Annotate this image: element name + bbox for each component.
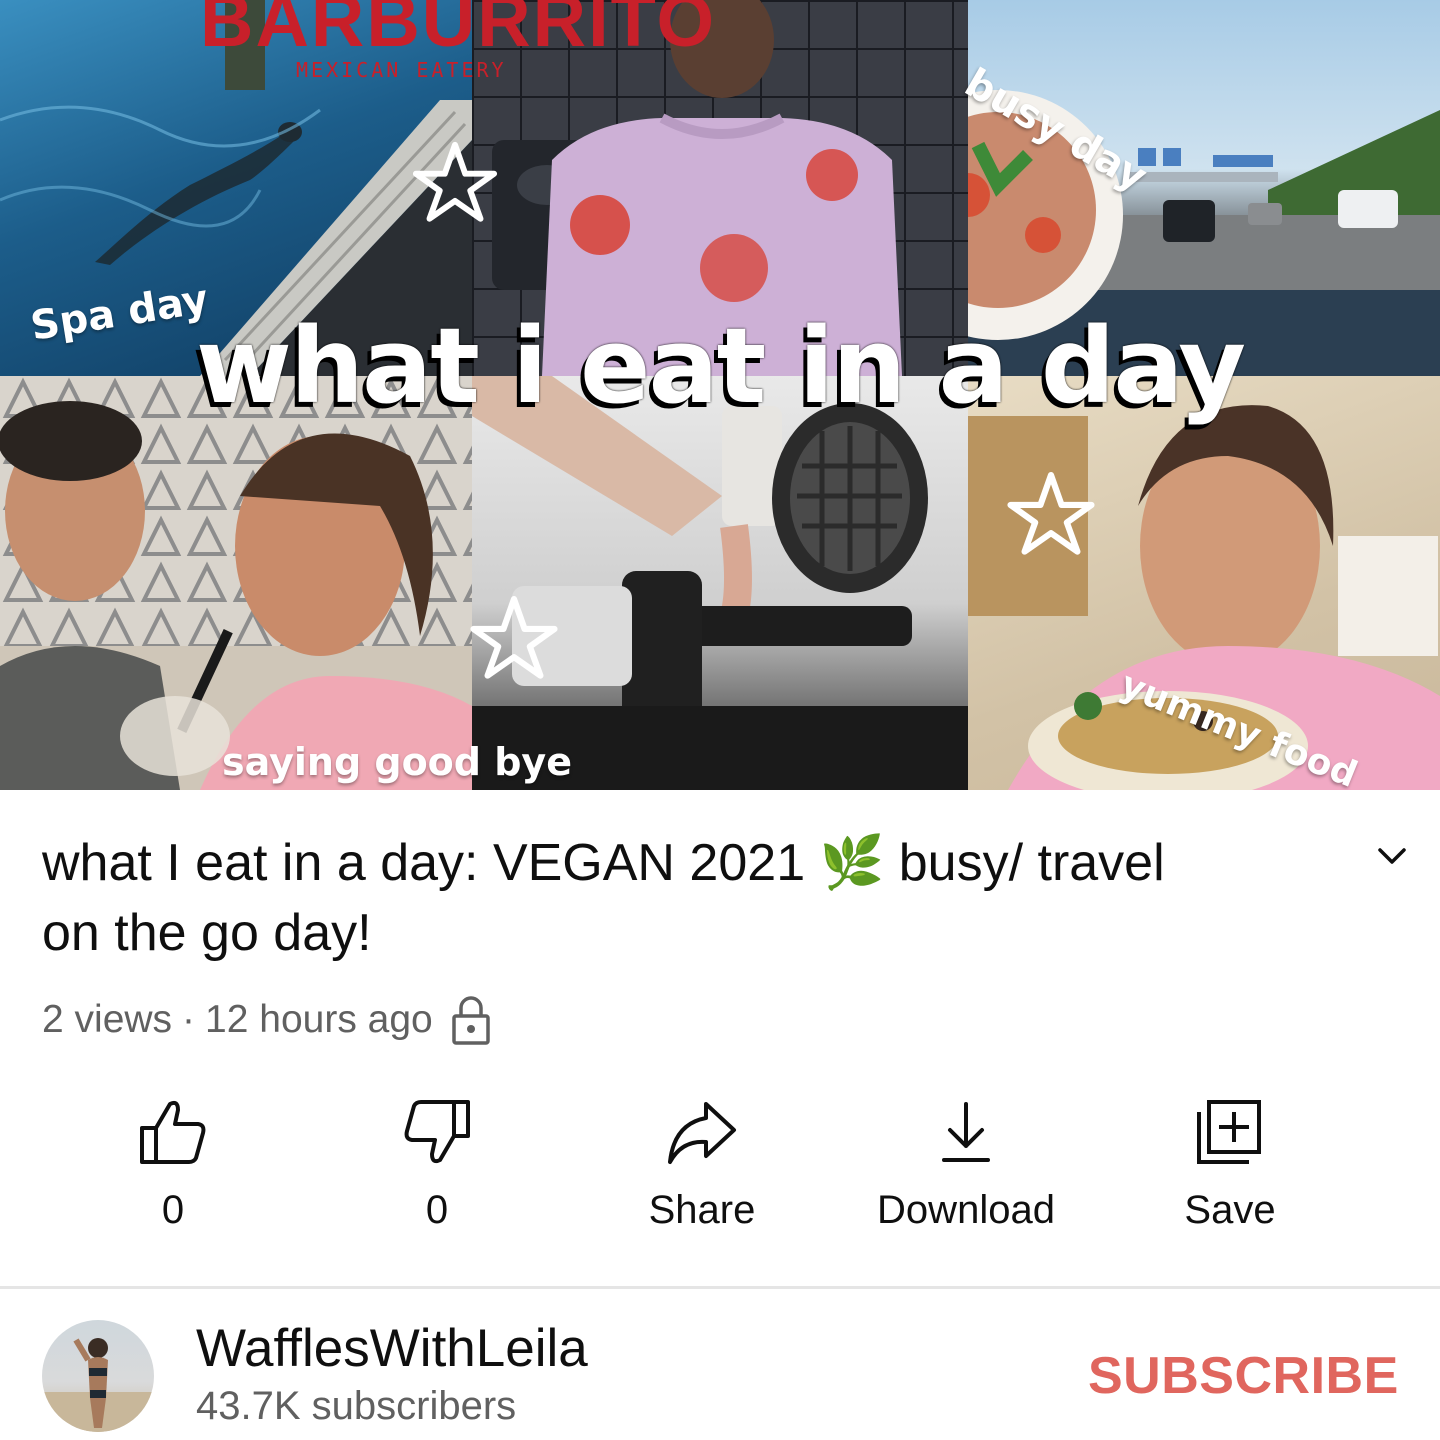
thumbs-up-icon	[140, 1100, 206, 1164]
dislike-count: 0	[425, 1188, 449, 1232]
meta-separator: ·	[182, 998, 196, 1041]
star-doodle-icon	[412, 141, 498, 222]
view-count: 2 views	[42, 998, 173, 1041]
save-button[interactable]: Save	[1120, 1098, 1340, 1233]
star-doodle-icon	[1007, 471, 1095, 555]
thumbnail-tile-couple	[0, 376, 472, 790]
star-doodle-icon	[470, 595, 558, 679]
like-count: 0	[161, 1188, 185, 1232]
waffle-scene	[472, 376, 968, 790]
avatar-photo	[42, 1338, 154, 1432]
thumbs-down-icon	[404, 1100, 470, 1164]
upload-age: 12 hours ago	[205, 998, 433, 1041]
couple-scene	[0, 376, 472, 790]
caption-saying-goodbye: saying good bye	[222, 740, 572, 784]
video-thumbnail[interactable]: BARBURRITO MEXICAN EATERY Spa day busy d…	[0, 0, 1440, 790]
channel-name[interactable]: WafflesWithLeila	[196, 1318, 588, 1379]
chevron-down-icon[interactable]	[1372, 836, 1412, 876]
video-title-block[interactable]: what I eat in a day: VEGAN 2021 🌿 busy/ …	[42, 828, 1262, 968]
dislike-button[interactable]: 0	[327, 1098, 547, 1233]
save-label: Save	[1184, 1188, 1276, 1232]
share-label: Share	[648, 1188, 756, 1232]
download-label: Download	[877, 1188, 1055, 1232]
video-meta: 2 views · 12 hours ago	[42, 994, 491, 1046]
action-bar: 0 0 Share Download Save	[0, 1098, 1440, 1248]
download-button[interactable]: Download	[856, 1098, 1076, 1233]
add-to-playlist-icon	[1197, 1100, 1261, 1164]
brand-logo-text: BARBURRITO	[200, 0, 717, 62]
thumbnail-tile-waffle	[472, 376, 968, 790]
like-button[interactable]: 0	[63, 1098, 283, 1233]
subscriber-count: 43.7K subscribers	[196, 1384, 517, 1428]
section-divider	[0, 1286, 1440, 1289]
brand-subtitle: MEXICAN EATERY	[296, 58, 507, 82]
channel-avatar[interactable]	[42, 1320, 154, 1432]
download-icon	[942, 1102, 990, 1162]
video-title-line2: on the go day!	[42, 904, 372, 962]
lock-icon	[451, 996, 490, 1045]
thumbnail-main-title: what i eat in a day	[195, 305, 1246, 427]
subscribe-button[interactable]: SUBSCRIBE	[1088, 1346, 1399, 1406]
video-title: what I eat in a day: VEGAN 2021 🌿 busy/ …	[42, 828, 1262, 968]
share-arrow-icon	[668, 1102, 736, 1164]
share-button[interactable]: Share	[592, 1098, 812, 1233]
video-title-line1: what I eat in a day: VEGAN 2021 🌿 busy/ …	[42, 834, 1165, 892]
